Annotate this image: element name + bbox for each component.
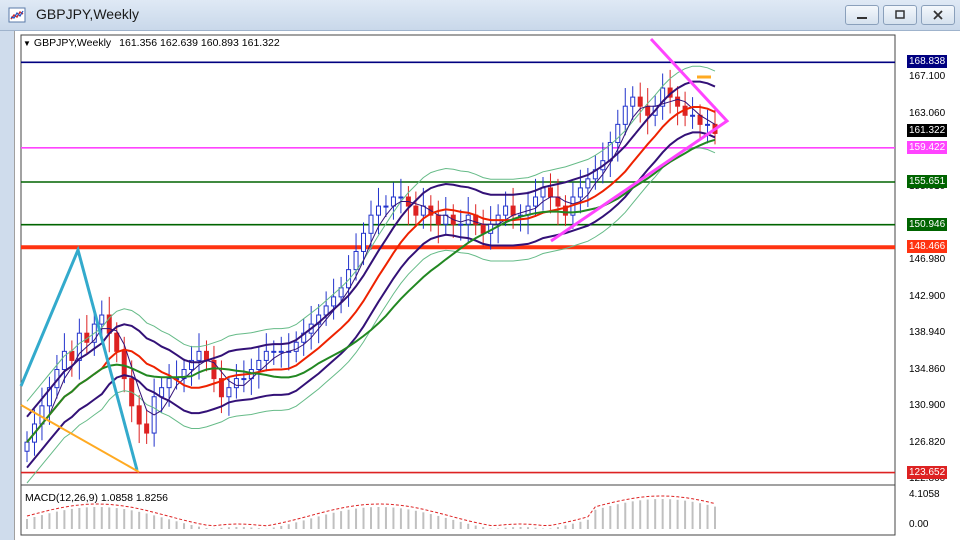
candle-body [413,205,419,216]
candle-body [398,196,404,199]
close-icon [933,10,943,20]
candle-body [585,178,591,189]
candle-body [331,296,337,307]
candle-body [196,350,202,361]
candle-body [69,350,75,361]
candle-body [637,96,643,107]
candle-body [241,378,247,381]
level-badge: 159.422 [907,140,948,154]
candle-body [226,387,232,398]
minimize-icon [857,17,867,19]
candle-body [278,350,284,353]
candle-body [577,187,583,198]
price-tick-label: 134.860 [909,363,946,375]
candle-body [263,350,269,361]
price-tick-label: 126.820 [909,436,946,448]
candle-body [547,187,553,198]
candle-body [368,214,374,234]
candle-body [503,205,509,216]
level-badge: 168.838 [907,55,948,69]
candle-body [361,232,367,252]
price-tick-label: 130.900 [909,399,946,411]
candle-body [353,250,359,271]
window-title: GBPJPY,Weekly [36,6,139,22]
macd-tick-label: 0.00 [909,519,929,530]
candle-body [533,196,539,207]
candle-body [705,123,711,126]
restore-icon [895,10,905,19]
price-chart[interactable] [15,31,960,540]
candle-body [166,378,172,389]
candle-body [256,359,262,371]
price-tick-label: 138.940 [909,326,946,338]
restore-button[interactable] [883,5,917,25]
level-badge: 148.466 [907,240,948,254]
candle-body [144,423,150,434]
chart-window-icon [8,7,26,23]
level-badge: 150.946 [907,217,948,231]
candle-body [61,350,67,371]
current-price-badge: 161.322 [907,123,948,137]
candle-body [540,187,546,198]
dropdown-triangle-icon[interactable]: ▼ [23,39,31,48]
price-tick-label: 142.900 [909,290,946,302]
chart-window: GBPJPY,Weekly ▼ GBPJPY,Weekly 161.356 162.… [0,0,960,540]
chart-area[interactable]: ▼ GBPJPY,Weekly 161.356 162.639 160.893 16… [14,31,960,540]
candle-body [375,205,381,216]
minimize-button[interactable] [845,5,879,25]
candle-body [203,350,209,361]
candle-body [383,205,389,208]
close-button[interactable] [921,5,955,25]
candle-body [480,223,486,234]
price-tick-label: 146.980 [909,253,946,265]
candle-body [458,223,464,226]
level-badge: 123.652 [907,465,948,479]
candle-body [675,96,681,107]
title-bar[interactable]: GBPJPY,Weekly [0,0,960,31]
symbol-info: ▼ GBPJPY,Weekly 161.356 162.639 160.893 16… [23,37,280,49]
candle-body [271,350,277,353]
candle-body [645,105,651,116]
candle-body [630,96,636,107]
candle-body [136,405,142,425]
ohlc-values: 161.356 162.639 160.893 161.322 [119,37,280,49]
price-tick-label: 167.100 [909,71,946,83]
candle-body [510,205,516,216]
level-badge: 155.651 [907,175,948,188]
candle-body [233,378,239,389]
candle-body [690,114,696,117]
macd-tick-label: 4.1058 [909,489,940,500]
triangle-pattern [550,37,730,243]
macd-info: MACD(12,26,9) 1.0858 1.8256 [25,492,169,504]
candle-body [99,314,105,325]
candle-body [114,332,120,352]
candle-body [622,105,628,125]
price-tick-label: 163.060 [909,107,946,119]
symbol-label: GBPJPY,Weekly [33,37,112,49]
candle-body [435,214,441,225]
candle-body [24,441,30,452]
